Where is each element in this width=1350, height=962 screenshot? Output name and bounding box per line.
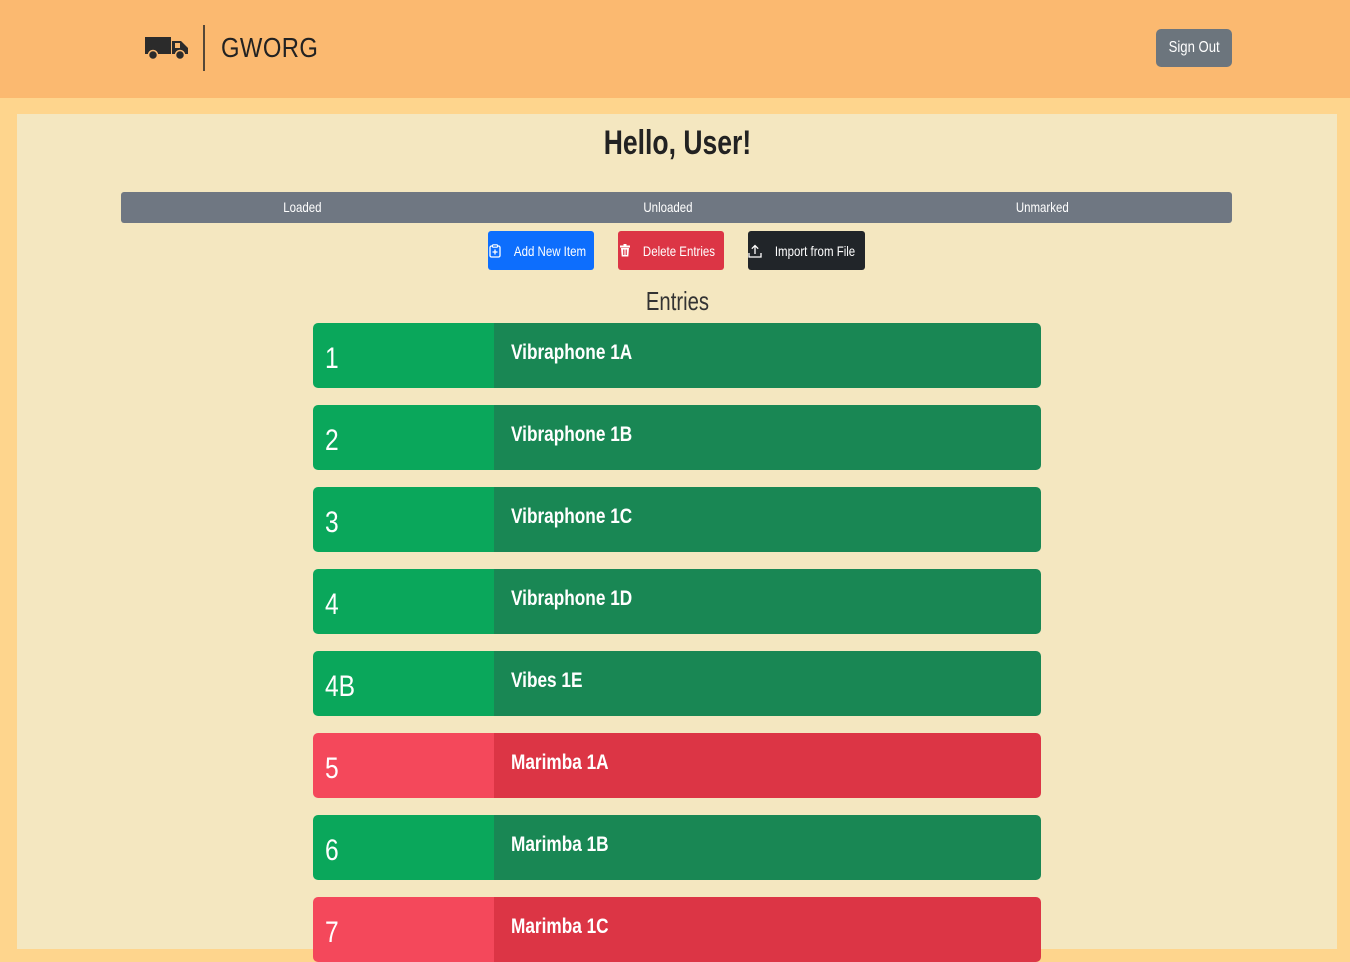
truck-icon: [145, 37, 188, 61]
entry-number: 4: [313, 569, 494, 634]
entry-name: Vibraphone 1D: [494, 569, 1041, 634]
entry-number: 4B: [313, 651, 494, 716]
entry-name: Marimba 1B: [494, 815, 1041, 880]
brand-name: GWORG: [221, 32, 319, 63]
entry-name-text: Vibraphone 1D: [511, 587, 633, 610]
entry-row[interactable]: 5 Marimba 1A: [313, 733, 1041, 798]
entry-name: Marimba 1A: [494, 733, 1041, 798]
action-buttons: Add New Item Delete Entries Import from …: [17, 231, 1337, 271]
entry-row[interactable]: 4B Vibes 1E: [313, 651, 1041, 716]
entry-name-text: Vibes 1E: [511, 669, 583, 692]
entry-number: 5: [313, 733, 494, 798]
entry-number: 6: [313, 815, 494, 880]
entry-number-text: 7: [325, 916, 339, 949]
entry-row[interactable]: 4 Vibraphone 1D: [313, 569, 1041, 634]
sign-out-label: Sign Out: [1168, 39, 1220, 56]
entry-number: 3: [313, 487, 494, 552]
entry-row[interactable]: 2 Vibraphone 1B: [313, 405, 1041, 470]
navbar: GWORG Sign Out: [0, 0, 1350, 98]
entry-number-text: 4: [325, 588, 339, 621]
trash-icon: [620, 244, 631, 257]
entry-number-text: 2: [325, 424, 339, 457]
status-unloaded-label: Unloaded: [643, 199, 693, 215]
greeting-heading: Hello, User!: [17, 124, 1337, 163]
entry-name: Vibraphone 1C: [494, 487, 1041, 552]
entry-number: 7: [313, 897, 494, 962]
entry-number: 2: [313, 405, 494, 470]
entry-name: Vibraphone 1A: [494, 323, 1041, 388]
brand-divider: [203, 25, 205, 71]
entry-number-text: 6: [325, 834, 339, 867]
delete-entries-label: Delete Entries: [642, 242, 716, 259]
upload-icon: [748, 244, 763, 258]
delete-entries-button[interactable]: Delete Entries: [618, 231, 724, 270]
entries-heading: Entries: [17, 286, 1337, 317]
entry-number-text: 4B: [325, 670, 356, 703]
entry-name-text: Vibraphone 1A: [511, 341, 633, 364]
entry-name-text: Vibraphone 1B: [511, 423, 633, 446]
entry-number: 1: [313, 323, 494, 388]
entry-name-text: Vibraphone 1C: [511, 505, 633, 528]
entry-number-text: 1: [325, 342, 339, 375]
status-unmarked: Unmarked: [853, 192, 1232, 223]
import-from-file-label: Import from File: [775, 242, 856, 259]
entry-name: Vibraphone 1B: [494, 405, 1041, 470]
clipboard-plus-icon: [489, 243, 501, 258]
entry-number-text: 3: [325, 506, 339, 539]
entries-heading-text: Entries: [645, 286, 709, 316]
status-loaded-label: Loaded: [282, 199, 322, 215]
entry-name: Vibes 1E: [494, 651, 1041, 716]
entry-number-text: 5: [325, 752, 339, 785]
brand[interactable]: GWORG: [145, 24, 336, 72]
entry-name-text: Marimba 1C: [511, 915, 609, 938]
entry-row[interactable]: 3 Vibraphone 1C: [313, 487, 1041, 552]
entry-name: Marimba 1C: [494, 897, 1041, 962]
sign-out-button[interactable]: Sign Out: [1156, 29, 1232, 67]
entry-name-text: Marimba 1A: [511, 751, 609, 774]
status-progress-bar: Loaded Unloaded Unmarked: [121, 192, 1232, 223]
status-loaded: Loaded: [121, 192, 483, 223]
entry-row[interactable]: 7 Marimba 1C: [313, 897, 1041, 962]
add-new-item-label: Add New Item: [513, 242, 587, 259]
main-content: Hello, User! Loaded Unloaded Unmarked Ad…: [17, 114, 1337, 962]
status-unmarked-label: Unmarked: [1016, 199, 1069, 215]
entry-name-text: Marimba 1B: [511, 833, 609, 856]
entry-row[interactable]: 1 Vibraphone 1A: [313, 323, 1041, 388]
entry-row[interactable]: 6 Marimba 1B: [313, 815, 1041, 880]
import-from-file-button[interactable]: Import from File: [748, 231, 865, 270]
greeting-text: Hello, User!: [603, 124, 751, 162]
status-unloaded: Unloaded: [483, 192, 853, 223]
add-new-item-button[interactable]: Add New Item: [488, 231, 594, 270]
